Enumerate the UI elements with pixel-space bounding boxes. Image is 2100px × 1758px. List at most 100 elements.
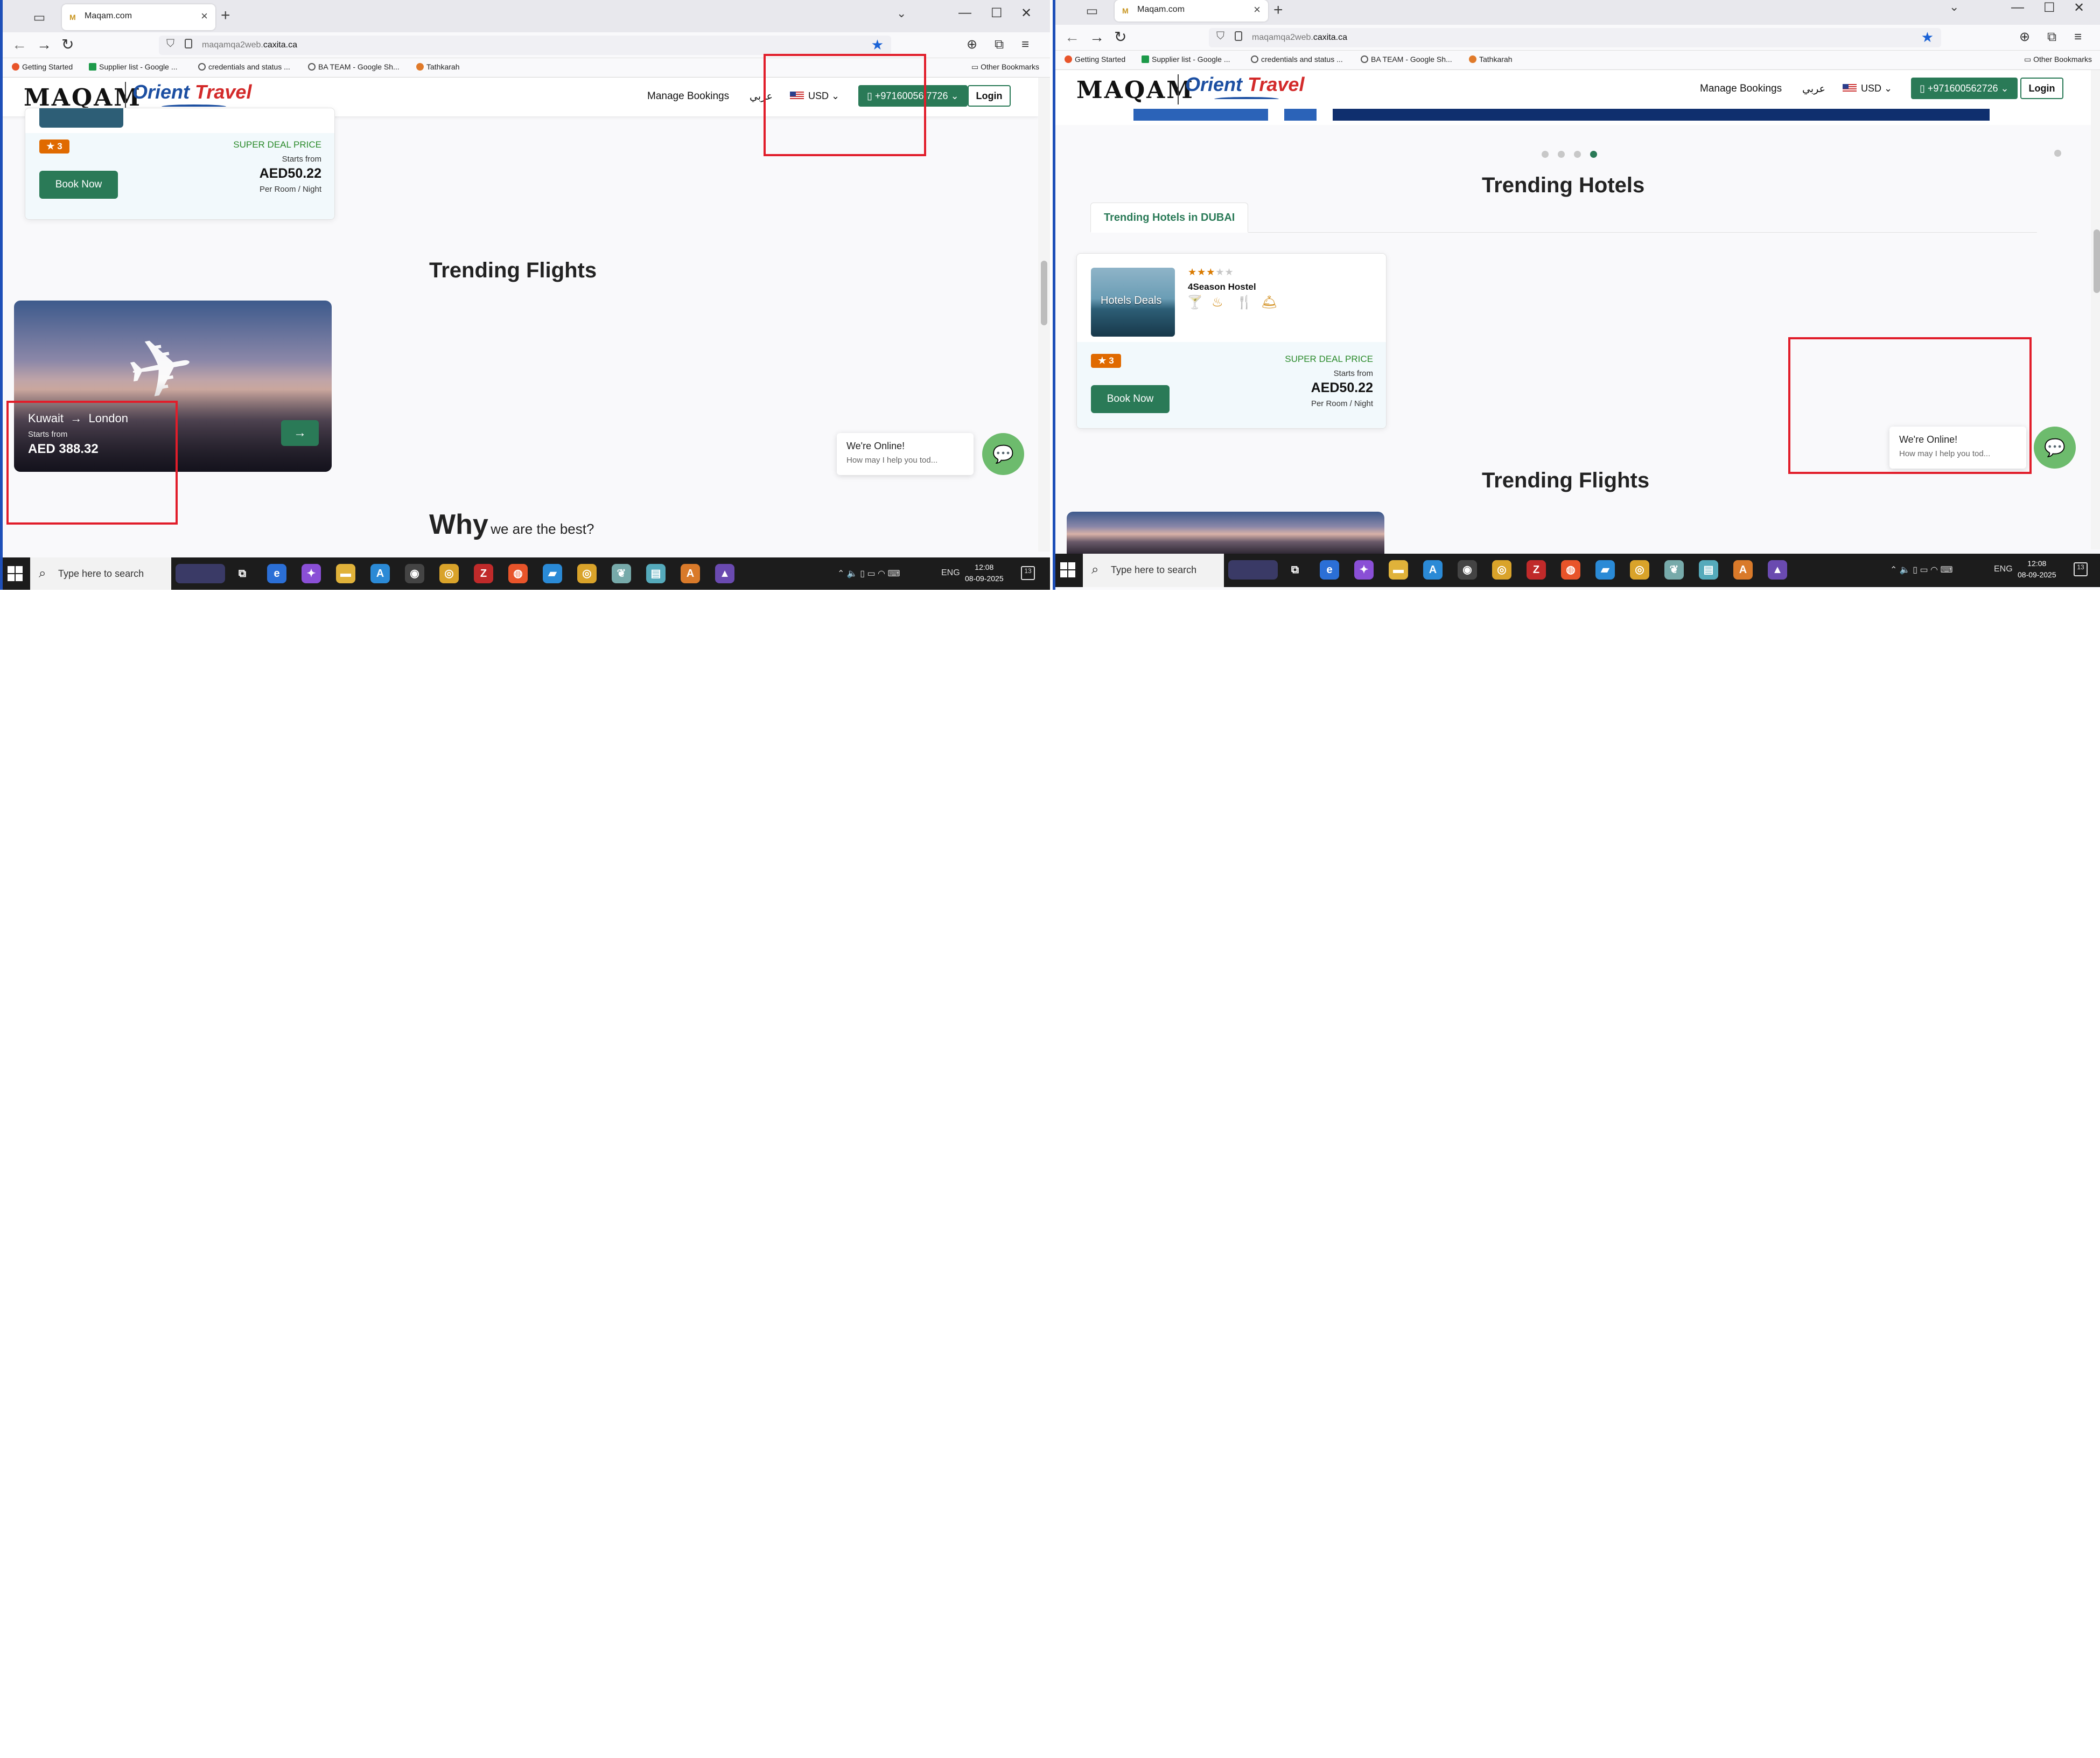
list-all-tabs-icon[interactable]: ⌄ bbox=[1949, 0, 1959, 14]
shield-icon[interactable]: ⛉ bbox=[166, 38, 174, 50]
bookmark-ba-team[interactable]: BA TEAM - Google Sh... bbox=[308, 62, 400, 71]
bookmark-star-icon[interactable]: ★ bbox=[1921, 29, 1934, 46]
taskbar-clock[interactable]: 12:08 08-09-2025 bbox=[965, 562, 1004, 584]
reload-icon[interactable]: ↻ bbox=[1114, 28, 1126, 46]
carousel-dot-3[interactable] bbox=[1574, 151, 1581, 158]
app-photos-icon[interactable]: ▲ bbox=[715, 564, 734, 583]
maximize-icon[interactable]: ☐ bbox=[991, 5, 1003, 21]
filezilla-icon[interactable]: Z bbox=[1527, 560, 1546, 580]
firefox-taskbar-icon[interactable]: ◍ bbox=[1561, 560, 1580, 580]
book-now-button[interactable]: Book Now bbox=[1091, 385, 1170, 413]
close-window-icon[interactable]: ✕ bbox=[2074, 0, 2084, 16]
bookmark-tathkarah[interactable]: Tathkarah bbox=[1469, 55, 1512, 64]
new-tab-button[interactable]: + bbox=[1273, 1, 1283, 19]
carousel-dot-4-active[interactable] bbox=[1590, 151, 1597, 158]
windows-start-icon[interactable] bbox=[1060, 562, 1075, 577]
app-doc-icon[interactable]: ▤ bbox=[646, 564, 666, 583]
app-doc-icon[interactable]: ▤ bbox=[1699, 560, 1718, 580]
list-all-tabs-icon[interactable]: ⌄ bbox=[897, 6, 906, 20]
minimize-icon[interactable]: — bbox=[2011, 0, 2024, 15]
task-view-icon[interactable]: ⧉ bbox=[233, 564, 252, 583]
lock-icon[interactable] bbox=[1235, 31, 1242, 41]
scrollbar-thumb[interactable] bbox=[2094, 229, 2100, 293]
close-window-icon[interactable]: ✕ bbox=[1021, 5, 1032, 21]
bookmark-credentials[interactable]: credentials and status ... bbox=[198, 62, 290, 71]
app-badge-icon[interactable]: ◉ bbox=[405, 564, 424, 583]
url-text[interactable]: maqamqa2web.caxita.ca bbox=[202, 40, 297, 50]
reload-icon[interactable]: ↻ bbox=[61, 36, 74, 54]
hero-banner-bottom[interactable] bbox=[1053, 109, 2091, 125]
orient-travel-logo[interactable]: Orient Travel bbox=[132, 81, 251, 103]
page-scrollbar[interactable] bbox=[2091, 70, 2100, 549]
app-leaf-icon[interactable]: ❦ bbox=[612, 564, 631, 583]
app-badge-icon[interactable]: ◉ bbox=[1458, 560, 1477, 580]
chrome-2-icon[interactable]: ◎ bbox=[1630, 560, 1649, 580]
hotel-thumbnail[interactable]: Hotels Deals bbox=[1091, 268, 1175, 337]
app-blue-icon[interactable]: ▰ bbox=[1595, 560, 1615, 580]
chat-bubble[interactable]: We're Online! How may I help you tod... bbox=[837, 433, 974, 475]
language-indicator[interactable]: ENG bbox=[941, 568, 960, 578]
chrome-2-icon[interactable]: ◎ bbox=[577, 564, 597, 583]
tray-icons[interactable]: ⌃ 🔈 ▯ ▭ ◠ ⌨ bbox=[1890, 564, 1953, 575]
login-button[interactable]: Login bbox=[2020, 78, 2063, 99]
lock-icon[interactable] bbox=[185, 39, 192, 48]
edge-icon[interactable]: e bbox=[1320, 560, 1339, 580]
app-blue-icon[interactable]: ▰ bbox=[543, 564, 562, 583]
tab-trending-hotels-dubai[interactable]: Trending Hotels in DUBAI bbox=[1090, 203, 1249, 233]
manage-bookings-link[interactable]: Manage Bookings bbox=[647, 90, 729, 102]
taskbar-search[interactable]: ⌕ Type here to search bbox=[30, 557, 171, 590]
bookmark-credentials[interactable]: credentials and status ... bbox=[1251, 55, 1343, 64]
page-scrollbar[interactable] bbox=[1038, 78, 1050, 552]
bookmark-getting-started[interactable]: Getting Started bbox=[1065, 55, 1125, 64]
tab-list-icon[interactable]: ▭ bbox=[30, 11, 49, 25]
address-bar[interactable]: ⛉ maqamqa2web.caxita.ca ★ bbox=[1209, 28, 1941, 47]
firefox-taskbar-icon[interactable]: ◍ bbox=[508, 564, 528, 583]
extensions-icon[interactable]: ⧉ bbox=[995, 36, 1004, 54]
minimize-icon[interactable]: — bbox=[958, 5, 971, 20]
url-text[interactable]: maqamqa2web.caxita.ca bbox=[1252, 33, 1347, 43]
file-explorer-icon[interactable]: ▬ bbox=[1389, 560, 1408, 580]
bookmark-other[interactable]: ▭ Other Bookmarks bbox=[971, 62, 1039, 72]
bookmark-getting-started[interactable]: Getting Started bbox=[12, 62, 73, 71]
carousel-dot-1[interactable] bbox=[1542, 151, 1549, 158]
search-highlight-icon[interactable] bbox=[1228, 560, 1278, 580]
app-azure-icon[interactable]: A bbox=[681, 564, 700, 583]
app-azure-icon[interactable]: A bbox=[1733, 560, 1753, 580]
search-highlight-icon[interactable] bbox=[176, 564, 225, 583]
flight-card-partial[interactable] bbox=[1067, 512, 1384, 555]
new-tab-button[interactable]: + bbox=[221, 6, 230, 25]
forward-icon[interactable]: → bbox=[37, 36, 52, 54]
hotel-thumbnail[interactable] bbox=[39, 108, 123, 128]
maximize-icon[interactable]: ☐ bbox=[2043, 0, 2055, 16]
account-icon[interactable]: ⊕ bbox=[967, 36, 977, 54]
bookmark-other[interactable]: ▭ Other Bookmarks bbox=[2024, 55, 2092, 64]
tab-close-icon[interactable]: × bbox=[1254, 3, 1261, 17]
shield-icon[interactable]: ⛉ bbox=[1216, 30, 1224, 43]
back-icon[interactable]: ← bbox=[1065, 28, 1080, 46]
bookmark-star-icon[interactable]: ★ bbox=[871, 37, 884, 53]
address-bar[interactable]: ⛉ maqamqa2web.caxita.ca ★ bbox=[159, 36, 891, 55]
carousel-dot[interactable] bbox=[2054, 150, 2061, 157]
tab-list-icon[interactable]: ▭ bbox=[1082, 4, 1102, 18]
file-explorer-icon[interactable]: ▬ bbox=[336, 564, 355, 583]
windows-start-icon[interactable] bbox=[8, 566, 23, 581]
tray-icons[interactable]: ⌃ 🔈 ▯ ▭ ◠ ⌨ bbox=[837, 568, 900, 579]
taskbar-search[interactable]: ⌕ Type here to search bbox=[1083, 554, 1224, 587]
chat-icon[interactable]: 💬 bbox=[982, 433, 1024, 475]
edge-icon[interactable]: e bbox=[267, 564, 286, 583]
browser-tab[interactable]: M Maqam.com × bbox=[62, 4, 215, 30]
app-a-icon[interactable]: A bbox=[370, 564, 390, 583]
manage-bookings-link[interactable]: Manage Bookings bbox=[1700, 83, 1782, 95]
bookmark-supplier-list[interactable]: Supplier list - Google ... bbox=[1142, 55, 1230, 64]
phone-button[interactable]: ▯ +971600562726 ⌄ bbox=[1911, 78, 2018, 99]
arabic-language-link[interactable]: عربي bbox=[1802, 83, 1825, 95]
filezilla-icon[interactable]: Z bbox=[474, 564, 493, 583]
login-button[interactable]: Login bbox=[968, 85, 1011, 107]
app-a-icon[interactable]: A bbox=[1423, 560, 1443, 580]
carousel-dot-2[interactable] bbox=[1558, 151, 1565, 158]
chat-icon[interactable]: 💬 bbox=[2034, 427, 2076, 469]
copilot-icon[interactable]: ✦ bbox=[302, 564, 321, 583]
bookmark-supplier-list[interactable]: Supplier list - Google ... bbox=[89, 62, 178, 71]
orient-travel-logo[interactable]: Orient Travel bbox=[1185, 73, 1304, 96]
copilot-icon[interactable]: ✦ bbox=[1354, 560, 1374, 580]
